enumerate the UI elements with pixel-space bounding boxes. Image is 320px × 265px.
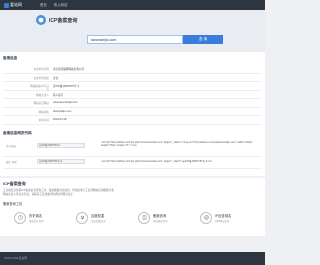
search-button[interactable]: 查 询: [183, 35, 223, 44]
tool-label: 历史域名: [29, 213, 43, 218]
info-value: 南京松花联网科技有限公司: [53, 68, 85, 71]
info-value: 企业: [53, 76, 59, 80]
tool-sub: 同IP网站查询: [215, 219, 230, 223]
tool-ip-reverse[interactable]: IP反查域名 同IP网站查询: [200, 209, 250, 226]
info-value: www.taroroshijiu.com: [53, 101, 78, 104]
logo-icon: [4, 2, 9, 8]
top-navbar: 爱站网 首页 收入网站: [0, 0, 265, 10]
faq-section: ICP备案查询 工业和信息化部ICP备案信息查询工具，备案数据实时更新，查询结果…: [0, 178, 265, 236]
info-row: 审核时间 2019-04-18: [3, 115, 262, 125]
info-label: 网站域名: [38, 110, 49, 114]
main-nav: 首页 收入网站: [40, 2, 67, 7]
info-label: 网站首页网址: [33, 102, 49, 105]
info-value: taroroshijiu.com: [53, 109, 72, 113]
snippet-label: 图片 样式: [6, 161, 17, 164]
tool-baidu-weight[interactable]: 百度权重 百度权重查询: [76, 209, 126, 226]
tool-history-domain[interactable]: 历史域名 域名历史查询: [14, 209, 64, 226]
nav-item-home[interactable]: 首页: [40, 2, 47, 7]
snippet-preview: 苏ICP备16053787号-3: [37, 159, 85, 164]
info-label: 主办单位名称: [33, 68, 49, 71]
domain-search-input[interactable]: taroroshijiu.com: [87, 35, 183, 44]
footer-copyright: ©2006-2019 爱站网: [4, 257, 27, 260]
info-label: 审核时间: [38, 119, 49, 122]
nav-item-collect[interactable]: 收入网站: [54, 2, 68, 7]
snippet-code[interactable]: <a href="http://aizhan.com/icp.php?url=t…: [101, 160, 263, 163]
tool-label: IP反查域名: [215, 213, 232, 218]
info-value: 陈人民军: [53, 93, 64, 97]
info-label: 网站负责人: [36, 93, 49, 97]
snippet-row: 文字链接 苏ICP备16053787号 <a href="http://aizh…: [3, 140, 262, 157]
document-icon: [138, 211, 150, 224]
info-section-title: 备案信息: [3, 56, 18, 60]
info-value: 2019-04-18: [53, 118, 67, 121]
tool-icp-lookup[interactable]: 备案查询 网站备案查询: [138, 209, 188, 226]
info-label: 主办单位性质: [33, 76, 49, 80]
snippet-code[interactable]: <a href="http://aizhan.com/icp.php?url=t…: [101, 141, 263, 148]
tool-sub: 域名历史查询: [29, 219, 44, 223]
tool-label: 备案查询: [153, 213, 167, 218]
tools-title: 备案查询工具: [3, 202, 23, 206]
snippet-section-title: 备案信息网页代码: [3, 131, 32, 135]
tool-sub: 百度权重查询: [91, 219, 106, 223]
faq-line: 网站负责人等信息有误，请联系工信部或当地通信管理局更正。: [3, 193, 76, 196]
faq-title: ICP备案查询: [3, 181, 26, 186]
tool-sub: 网站备案查询: [153, 219, 168, 223]
snippet-label: 文字链接: [6, 145, 17, 148]
icp-shield-icon: [36, 15, 46, 25]
clock-icon: [14, 211, 26, 224]
logo-text: 爱站网: [10, 2, 22, 7]
page-title: ICP备案查询: [49, 18, 78, 24]
page-footer: ©2006-2019 爱站网: [0, 252, 265, 265]
site-logo[interactable]: 爱站网: [4, 2, 22, 8]
tool-label: 百度权重: [91, 213, 105, 218]
snippet-preview: 苏ICP备16053787号: [37, 143, 85, 148]
globe-icon: [200, 211, 212, 224]
paw-icon: [76, 211, 88, 224]
info-value: 苏ICP备16053787号-3: [53, 85, 79, 88]
snippet-row: 图片 样式 苏ICP备16053787号-3 <a href="http://a…: [3, 157, 262, 169]
